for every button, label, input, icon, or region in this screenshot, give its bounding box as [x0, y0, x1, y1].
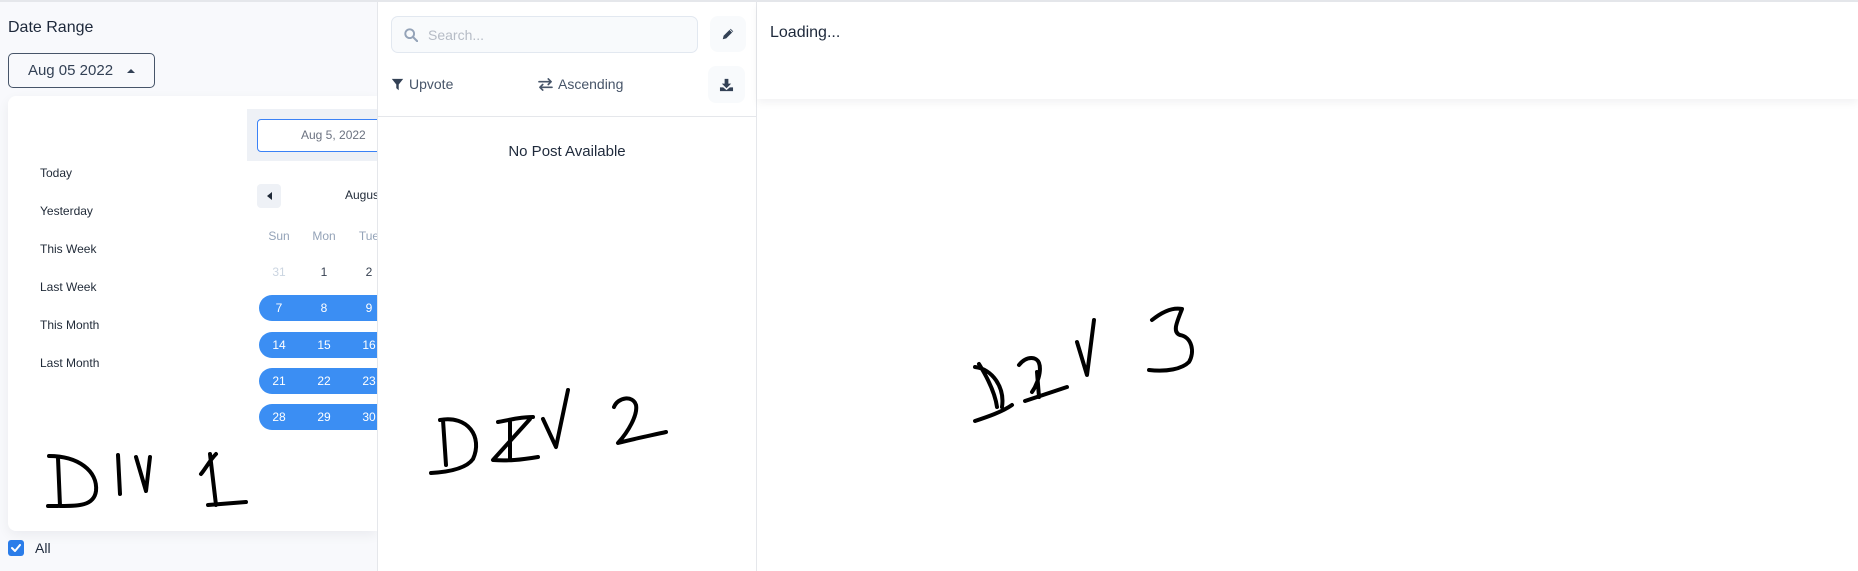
calendar-day[interactable]: 31 — [259, 259, 299, 285]
all-checkbox-label: All — [35, 540, 51, 556]
weekday-tue: Tue — [358, 229, 377, 243]
posts-panel: Upvote Ascending No Post Available — [377, 2, 757, 571]
checkmark-icon — [11, 544, 21, 552]
calendar-header: Aug 5, 2022 — [247, 109, 377, 161]
calendar-day[interactable]: 8 — [304, 295, 344, 321]
search-input[interactable] — [428, 26, 688, 43]
month-label: August 2022 — [345, 188, 377, 202]
pencil-icon — [722, 28, 734, 40]
chevron-left-icon — [266, 192, 272, 200]
filter-icon — [391, 78, 404, 90]
calendar-day[interactable]: 2 — [349, 259, 377, 285]
preset-today[interactable]: Today — [40, 166, 99, 204]
preset-last-week[interactable]: Last Week — [40, 280, 99, 318]
div-1-annotation — [46, 452, 248, 508]
calendar-day[interactable]: 9 — [349, 295, 377, 321]
date-range-value: Aug 05 2022 — [27, 62, 114, 79]
calendar-day[interactable]: 7 — [259, 295, 299, 321]
calendar-day[interactable]: 16 — [349, 332, 377, 358]
preset-last-month[interactable]: Last Month — [40, 356, 99, 394]
date-input[interactable]: Aug 5, 2022 — [257, 119, 377, 152]
all-checkbox[interactable] — [8, 540, 24, 556]
empty-posts-message: No Post Available — [508, 143, 626, 160]
caret-up-icon — [127, 68, 136, 73]
div-2-annotation — [429, 388, 668, 475]
preset-this-week[interactable]: This Week — [40, 242, 99, 280]
calendar-day[interactable]: 29 — [304, 404, 344, 430]
sort-label: Ascending — [558, 76, 624, 92]
preset-yesterday[interactable]: Yesterday — [40, 204, 99, 242]
download-button[interactable] — [708, 66, 745, 103]
date-range-label: Date Range — [8, 19, 94, 36]
date-range-button[interactable]: Aug 05 2022 — [8, 53, 155, 88]
filter-label: Upvote — [409, 76, 454, 92]
filter-upvote[interactable]: Upvote — [391, 76, 453, 92]
calendar-day[interactable]: 21 — [259, 368, 299, 394]
detail-panel: Loading... — [757, 2, 1858, 571]
edit-button[interactable] — [710, 16, 746, 52]
sort-ascending[interactable]: Ascending — [538, 76, 623, 92]
calendar-day[interactable]: 23 — [349, 368, 377, 394]
download-icon — [719, 78, 734, 91]
loading-text: Loading... — [770, 24, 841, 41]
weekday-mon: Mon — [312, 229, 336, 243]
date-picker-popover: Today Yesterday This Week Last Week This… — [8, 96, 377, 531]
detail-header: Loading... — [757, 2, 1858, 99]
all-checkbox-row: All — [8, 540, 51, 556]
prev-month-button[interactable] — [257, 184, 281, 208]
search-icon — [404, 27, 418, 42]
preset-list: Today Yesterday This Week Last Week This… — [40, 166, 99, 394]
calendar-day[interactable]: 30 — [349, 404, 377, 430]
weekday-sun: Sun — [268, 229, 290, 243]
calendar-day[interactable]: 14 — [259, 332, 299, 358]
app-root: Date Range Aug 05 2022 Today Yesterday T… — [0, 0, 1858, 571]
calendar-day[interactable]: 15 — [304, 332, 344, 358]
div-3-annotation — [973, 306, 1194, 423]
toolbar-divider — [378, 116, 756, 117]
date-filter-panel: Date Range Aug 05 2022 Today Yesterday T… — [0, 2, 377, 571]
search-box — [391, 16, 698, 53]
calendar-day[interactable]: 28 — [259, 404, 299, 430]
exchange-icon — [538, 77, 553, 91]
calendar-day[interactable]: 1 — [304, 259, 344, 285]
preset-this-month[interactable]: This Month — [40, 318, 99, 356]
calendar-day[interactable]: 22 — [304, 368, 344, 394]
